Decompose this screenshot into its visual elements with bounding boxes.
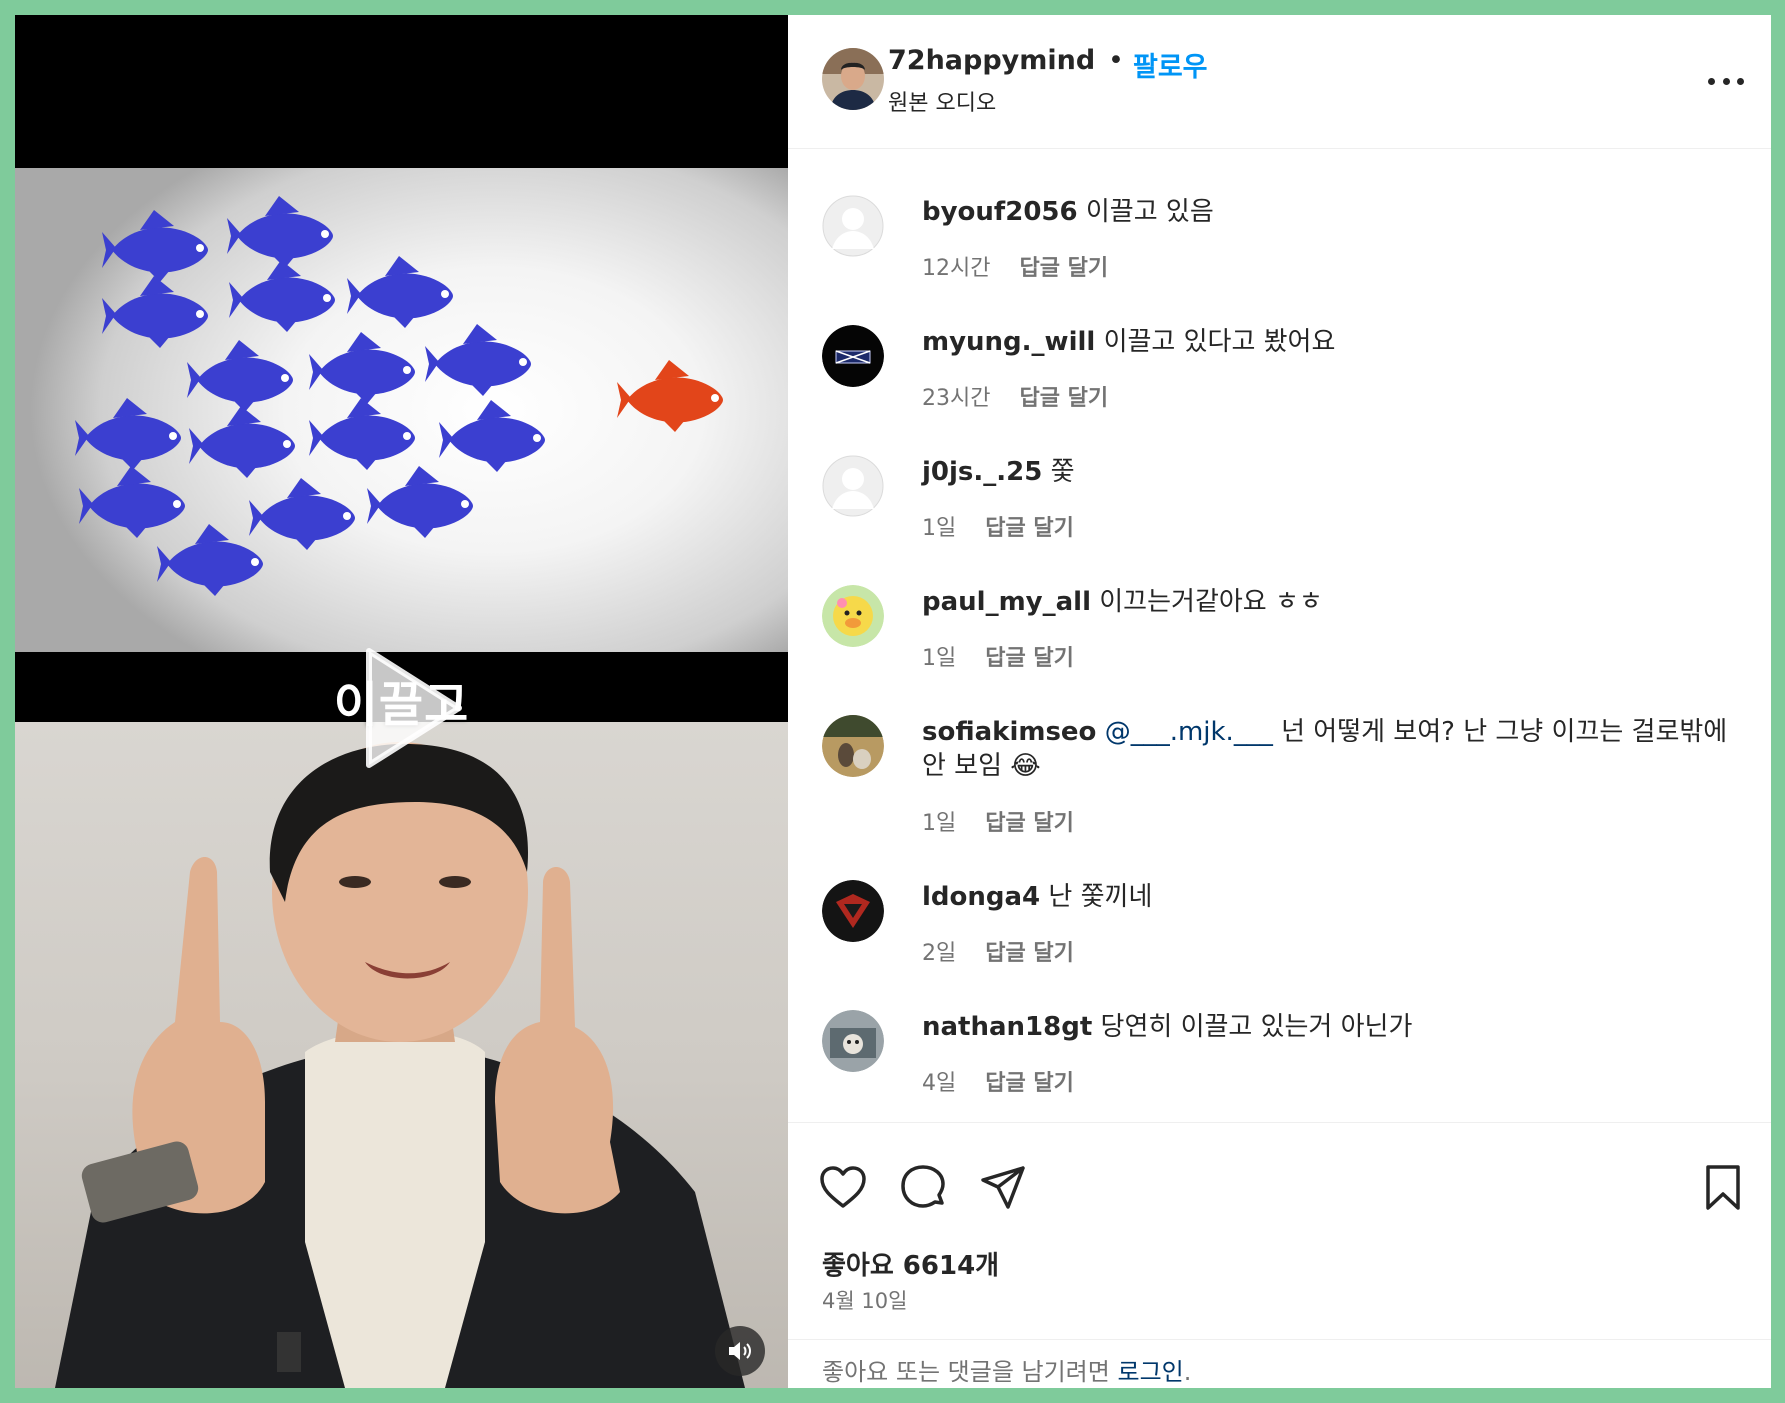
comment-text: j0js._.25 쫓 — [922, 455, 1752, 489]
fish-illustration — [15, 168, 788, 652]
comment-meta: 1일 답글 달기 — [922, 805, 1074, 837]
comment-time[interactable]: 2일 — [922, 941, 956, 966]
follow-button[interactable]: 팔로우 — [1133, 45, 1208, 84]
comment-time[interactable]: 12시간 — [922, 256, 990, 281]
post-header: 72happymind • 팔로우 원본 오디오 — [788, 15, 1771, 149]
reply-button[interactable]: 답글 달기 — [985, 646, 1074, 671]
post-date: 4월 10일 — [822, 1289, 908, 1313]
default-avatar-icon[interactable] — [822, 455, 884, 517]
audio-label[interactable]: 원본 오디오 — [888, 85, 996, 117]
comment-username[interactable]: byouf2056 — [922, 197, 1078, 227]
reply-button[interactable]: 답글 달기 — [985, 1071, 1074, 1096]
user-avatar[interactable] — [822, 715, 884, 777]
reply-button[interactable]: 답글 달기 — [985, 941, 1074, 966]
author-avatar[interactable] — [822, 48, 884, 110]
play-icon[interactable] — [355, 643, 465, 773]
separator-dot: • — [1108, 45, 1124, 76]
comment-meta: 23시간 답글 달기 — [922, 380, 1108, 412]
post-details-panel: 72happymind • 팔로우 원본 오디오 byouf2056 이끌고 있… — [788, 15, 1771, 1388]
comment-time[interactable]: 1일 — [922, 516, 956, 541]
presenter-figure — [55, 742, 745, 1388]
comment-username[interactable]: paul_my_all — [922, 587, 1091, 617]
more-horizontal-icon[interactable] — [1708, 71, 1744, 91]
comment-time[interactable]: 4일 — [922, 1071, 956, 1096]
comment-body: 이끄는거같아요 ㅎㅎ — [1099, 587, 1323, 617]
bookmark-icon[interactable] — [1698, 1163, 1748, 1213]
reel-video[interactable]: 이끌고 — [15, 15, 788, 1388]
like-count[interactable]: 좋아요 6614개 — [822, 1245, 999, 1282]
post-frame: 이끌고 7 — [15, 15, 1771, 1388]
comment-icon[interactable] — [898, 1163, 948, 1213]
comment-username[interactable]: myung._will — [922, 327, 1095, 357]
comment-meta: 12시간 답글 달기 — [922, 250, 1108, 282]
login-link[interactable]: 로그인 — [1118, 1358, 1184, 1386]
comment-text: paul_my_all 이끄는거같아요 ㅎㅎ — [922, 585, 1752, 619]
comment-body: 이끌고 있음 — [1085, 197, 1214, 227]
user-avatar[interactable] — [822, 1010, 884, 1072]
fish-school-graphic — [75, 196, 735, 596]
user-avatar[interactable] — [822, 585, 884, 647]
comment-body: 난 쫓끼네 — [1048, 882, 1153, 912]
comment-body: 쫓 — [1050, 457, 1075, 487]
comment-meta: 2일 답글 달기 — [922, 935, 1074, 967]
comment-time[interactable]: 1일 — [922, 646, 956, 671]
user-avatar[interactable] — [822, 325, 884, 387]
login-prompt-text: 좋아요 또는 댓글을 남기려면 — [822, 1358, 1110, 1386]
reply-button[interactable]: 답글 달기 — [1019, 256, 1108, 281]
comment-username[interactable]: nathan18gt — [922, 1012, 1092, 1042]
comment-body: 당연히 이끌고 있는거 아닌가 — [1100, 1012, 1413, 1042]
send-icon[interactable] — [978, 1163, 1028, 1213]
comment-username[interactable]: ldonga4 — [922, 882, 1040, 912]
presenter-scene — [15, 722, 788, 1388]
comment-time[interactable]: 23시간 — [922, 386, 990, 411]
heart-icon[interactable] — [818, 1163, 868, 1213]
login-suffix: . — [1183, 1358, 1192, 1386]
comment-body: 이끌고 있다고 봤어요 — [1103, 327, 1336, 357]
reply-button[interactable]: 답글 달기 — [985, 516, 1074, 541]
speaker-icon[interactable] — [715, 1326, 765, 1376]
user-avatar[interactable] — [822, 880, 884, 942]
comment-time[interactable]: 1일 — [922, 811, 956, 836]
comment-mention[interactable]: @___.mjk.___ — [1105, 717, 1273, 747]
reply-button[interactable]: 답글 달기 — [985, 811, 1074, 836]
reply-button[interactable]: 답글 달기 — [1019, 386, 1108, 411]
comment-text: nathan18gt 당연히 이끌고 있는거 아닌가 — [922, 1010, 1752, 1044]
login-prompt: 좋아요 또는 댓글을 남기려면 로그인. — [788, 1339, 1771, 1388]
comment-text: sofiakimseo @___.mjk.___ 넌 어떻게 보여? 난 그냥 … — [922, 715, 1752, 783]
comment-meta: 1일 답글 달기 — [922, 640, 1074, 672]
comment-meta: 1일 답글 달기 — [922, 510, 1074, 542]
comment-text: myung._will 이끌고 있다고 봤어요 — [922, 325, 1752, 359]
author-username[interactable]: 72happymind — [888, 45, 1095, 76]
post-actions: 좋아요 6614개 4월 10일 좋아요 또는 댓글을 남기려면 로그인. — [788, 1122, 1771, 1388]
comment-username[interactable]: j0js._.25 — [922, 457, 1042, 487]
comment-meta: 4일 답글 달기 — [922, 1065, 1074, 1097]
comment-text: byouf2056 이끌고 있음 — [922, 195, 1752, 229]
comment-username[interactable]: sofiakimseo — [922, 717, 1096, 747]
comment-text: ldonga4 난 쫓끼네 — [922, 880, 1752, 914]
default-avatar-icon[interactable] — [822, 195, 884, 257]
